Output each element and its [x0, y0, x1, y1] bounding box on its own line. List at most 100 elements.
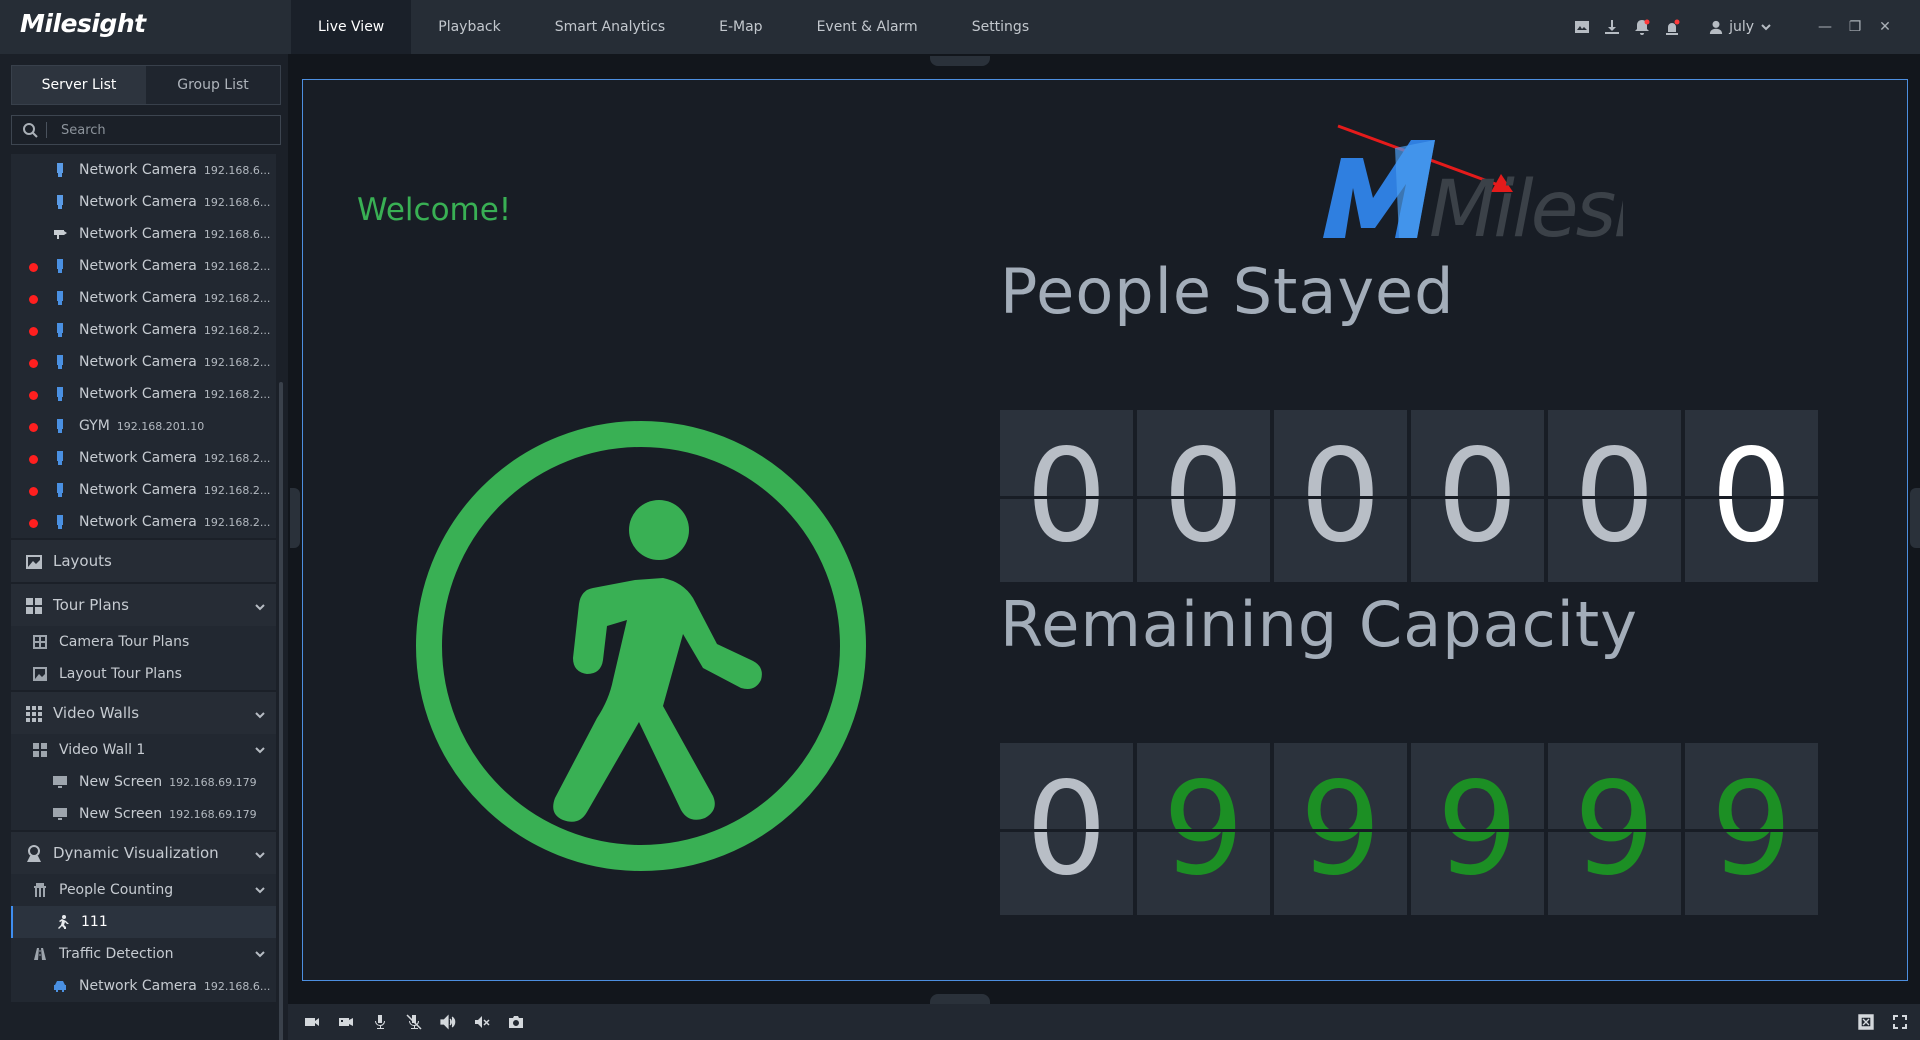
section-video-walls[interactable]: Video Walls	[11, 690, 276, 734]
people-stayed-counter: 0 0 0 0 0 0	[1000, 410, 1822, 582]
close-button[interactable]: ✕	[1870, 19, 1900, 35]
camera-ip: 192.168.2...	[203, 356, 271, 369]
counter-digit: 9	[1137, 743, 1270, 915]
camera-row[interactable]: Network Camera 192.168.2...	[11, 282, 276, 314]
chevron-down-icon[interactable]	[254, 884, 266, 896]
alarm-light-icon[interactable]	[1663, 18, 1681, 36]
sidebar: Server List Group List Network Camera 192…	[0, 54, 288, 1040]
camera-row[interactable]: Network Camera 192.168.2...	[11, 506, 276, 538]
collapse-top-handle[interactable]	[930, 56, 990, 66]
microphone-off-icon[interactable]	[404, 1012, 424, 1032]
tab-event-alarm[interactable]: Event & Alarm	[790, 0, 945, 54]
sidebar-scrollbar[interactable]	[279, 382, 283, 1040]
notification-bell-icon[interactable]	[1633, 18, 1651, 36]
section-tour-plans[interactable]: Tour Plans	[11, 582, 276, 626]
collapse-bottom-handle[interactable]	[930, 994, 990, 1004]
layouts-icon	[26, 555, 42, 569]
camera-row[interactable]: Network Camera 192.168.2...	[11, 314, 276, 346]
camera-row[interactable]: Network Camera 192.168.2...	[11, 346, 276, 378]
camera-row[interactable]: Network Camera 192.168.6...	[11, 186, 276, 218]
box-camera-icon	[54, 230, 67, 239]
restore-button[interactable]: ❐	[1840, 19, 1870, 35]
bottom-toolbar	[288, 1004, 1920, 1040]
camera-name: Network Camera	[79, 162, 197, 178]
alarm-dot-icon	[29, 487, 38, 496]
counter-digit: 0	[1000, 743, 1133, 915]
collapse-sidebar-handle[interactable]	[290, 488, 300, 548]
camera-row[interactable]: Network Camera 192.168.2...	[11, 474, 276, 506]
bullet-camera-icon	[57, 259, 63, 273]
camera-ip: 192.168.2...	[203, 452, 271, 465]
video-walls-icon	[26, 706, 42, 722]
section-layouts[interactable]: Layouts	[11, 538, 276, 582]
tab-playback[interactable]: Playback	[411, 0, 527, 54]
camera-name: Network Camera	[79, 450, 197, 466]
people-counting-label: People Counting	[59, 882, 174, 898]
walking-person-icon	[58, 915, 69, 929]
fullscreen-icon[interactable]	[1890, 1012, 1910, 1032]
camera-name: Network Camera	[79, 354, 197, 370]
alarm-dot-icon	[29, 455, 38, 464]
snapshot-camera-icon[interactable]	[506, 1012, 526, 1032]
screen-item[interactable]: New Screen 192.168.69.179	[11, 766, 276, 798]
minimize-button[interactable]: —	[1810, 19, 1840, 35]
image-export-icon[interactable]	[1573, 18, 1591, 36]
speaker-off-icon[interactable]	[472, 1012, 492, 1032]
traffic-camera-ip: 192.168.6...	[203, 980, 271, 993]
people-counting-display: Welcome! Milesight People Stayed 0 0 0 0…	[302, 79, 1908, 981]
expand-right-handle[interactable]	[1910, 488, 1920, 548]
screen-name: New Screen	[79, 806, 163, 822]
tab-server-list[interactable]: Server List	[12, 66, 146, 104]
bullet-camera-icon	[57, 195, 63, 209]
search-box	[11, 115, 281, 145]
tour-plans-label: Tour Plans	[53, 596, 129, 614]
video-wall-icon	[33, 743, 47, 757]
tab-settings[interactable]: Settings	[945, 0, 1056, 54]
camera-ip: 192.168.6...	[203, 164, 271, 177]
traffic-detection-item[interactable]: Traffic Detection	[11, 938, 276, 970]
camera-ip: 192.168.2...	[203, 260, 271, 273]
camera-row[interactable]: Network Camera 192.168.6...	[11, 154, 276, 186]
grid-icon	[33, 635, 47, 649]
tab-smart-analytics[interactable]: Smart Analytics	[528, 0, 692, 54]
screen-item[interactable]: New Screen 192.168.69.179	[11, 798, 276, 830]
video-wall-item[interactable]: Video Wall 1	[11, 734, 276, 766]
counter-digit: 0	[1548, 410, 1681, 582]
camera-row[interactable]: GYM 192.168.201.10	[11, 410, 276, 442]
counter-digit: 9	[1548, 743, 1681, 915]
bullet-camera-icon	[57, 291, 63, 305]
section-dynamic-visualization[interactable]: Dynamic Visualization	[11, 830, 276, 874]
chevron-down-icon[interactable]	[254, 707, 266, 719]
road-icon	[34, 948, 46, 960]
close-all-windows-icon[interactable]	[1856, 1012, 1876, 1032]
camera-name: Network Camera	[79, 482, 197, 498]
video-camera-icon[interactable]	[336, 1012, 356, 1032]
speaker-icon[interactable]	[438, 1012, 458, 1032]
camera-row[interactable]: Network Camera 192.168.6...	[11, 218, 276, 250]
main-nav: Live View Playback Smart Analytics E-Map…	[291, 0, 1056, 54]
camera-row[interactable]: Network Camera 192.168.2...	[11, 442, 276, 474]
record-video-icon[interactable]	[302, 1012, 322, 1032]
chevron-down-icon[interactable]	[254, 948, 266, 960]
chevron-down-icon[interactable]	[254, 744, 266, 756]
camera-row[interactable]: Network Camera 192.168.2...	[11, 250, 276, 282]
alarm-dot-icon	[29, 295, 38, 304]
people-counting-item[interactable]: People Counting	[11, 874, 276, 906]
camera-tour-plans-item[interactable]: Camera Tour Plans	[11, 626, 276, 658]
tab-group-list[interactable]: Group List	[146, 66, 280, 104]
microphone-icon[interactable]	[370, 1012, 390, 1032]
layout-tour-plans-item[interactable]: Layout Tour Plans	[11, 658, 276, 690]
logo-text: Milesight	[1429, 165, 1623, 255]
search-input[interactable]	[61, 122, 261, 138]
people-counting-view-item[interactable]: 111	[11, 906, 276, 938]
download-icon[interactable]	[1603, 18, 1621, 36]
camera-name: Network Camera	[79, 514, 197, 530]
camera-row[interactable]: Network Camera 192.168.2...	[11, 378, 276, 410]
traffic-camera-item[interactable]: Network Camera 192.168.6...	[11, 970, 276, 1002]
video-wall-label: Video Wall 1	[59, 742, 146, 758]
chevron-down-icon[interactable]	[254, 847, 266, 859]
chevron-down-icon[interactable]	[254, 599, 266, 611]
user-menu[interactable]: july	[1709, 19, 1772, 35]
tab-live-view[interactable]: Live View	[291, 0, 412, 54]
tab-e-map[interactable]: E-Map	[692, 0, 789, 54]
